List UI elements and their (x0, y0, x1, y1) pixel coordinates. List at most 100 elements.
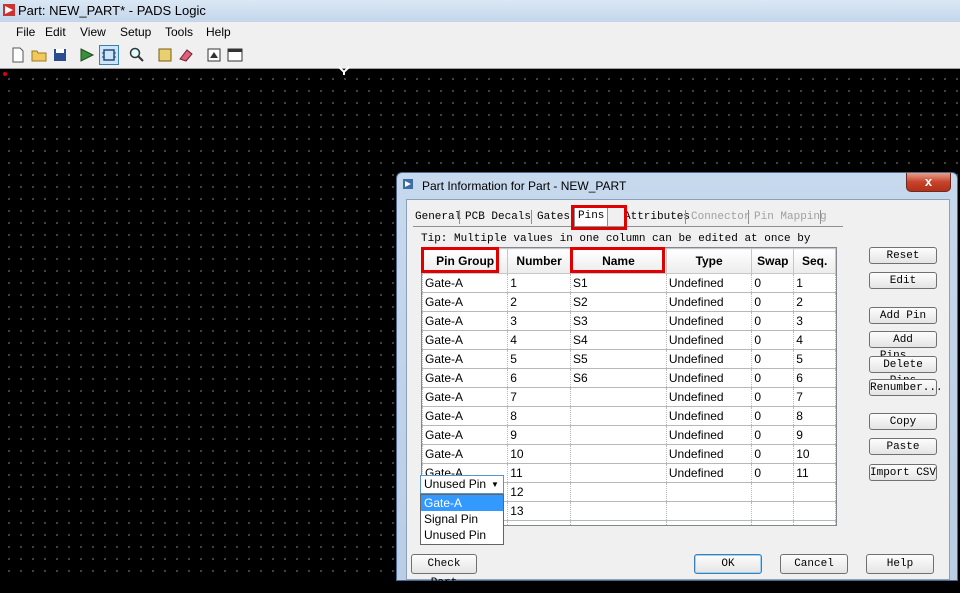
cell-pin-group[interactable]: Gate-A (422, 387, 509, 407)
cell-type[interactable]: Undefined (665, 425, 753, 445)
cell-type[interactable]: Undefined (665, 311, 753, 331)
add-pin-button[interactable]: Add Pin (869, 307, 937, 324)
cell-type[interactable]: Undefined (665, 463, 753, 483)
cell-swap[interactable] (751, 501, 795, 521)
menu-file[interactable]: File (16, 25, 35, 39)
open-folder-icon[interactable] (30, 46, 48, 64)
renumber-button[interactable]: Renumber... (869, 379, 943, 396)
cell-number[interactable]: 9 (507, 425, 571, 445)
cell-swap[interactable]: 0 (751, 368, 795, 388)
cell-seq[interactable]: 10 (793, 444, 836, 464)
part-editor-icon[interactable] (78, 46, 96, 64)
import-csv-button[interactable]: Import CSV (869, 464, 937, 481)
cell-seq[interactable]: 2 (793, 292, 836, 312)
cell-name[interactable] (569, 463, 667, 483)
table-row[interactable]: Gate-A 10 Undefined 0 10 (422, 444, 836, 464)
table-row[interactable]: Gate-A 4 S4 Undefined 0 4 (422, 330, 836, 350)
cell-pin-group[interactable]: Gate-A (422, 273, 509, 293)
cell-swap[interactable] (751, 520, 795, 525)
zoom-icon[interactable] (128, 46, 146, 64)
cell-swap[interactable]: 0 (751, 311, 795, 331)
window-icon[interactable] (226, 46, 244, 64)
new-file-icon[interactable] (9, 46, 27, 64)
cell-type[interactable]: Undefined (665, 330, 753, 350)
cell-pin-group[interactable]: Gate-A (422, 330, 509, 350)
cell-type[interactable]: Undefined (665, 273, 753, 293)
cell-seq[interactable] (793, 482, 836, 502)
cell-pin-group[interactable]: Gate-A (422, 311, 509, 331)
cell-number[interactable]: 10 (507, 444, 571, 464)
cell-swap[interactable]: 0 (751, 425, 795, 445)
cell-name[interactable] (569, 387, 667, 407)
menu-view[interactable]: View (80, 25, 106, 39)
cell-swap[interactable]: 0 (751, 387, 795, 407)
ok-button[interactable]: OK (694, 554, 762, 574)
cell-type[interactable] (665, 482, 753, 502)
erase-icon[interactable] (177, 46, 195, 64)
cell-name[interactable]: S6 (569, 368, 667, 388)
cell-swap[interactable]: 0 (751, 330, 795, 350)
menu-tools[interactable]: Tools (165, 25, 193, 39)
cell-number[interactable]: 5 (507, 349, 571, 369)
cell-seq[interactable]: 5 (793, 349, 836, 369)
add-pins-button[interactable]: Add Pins... (869, 331, 937, 362)
col-header-number[interactable]: Number (507, 248, 571, 274)
chevron-down-icon[interactable]: ▼ (488, 477, 502, 492)
cell-seq[interactable]: 11 (793, 463, 836, 483)
cell-number[interactable]: 8 (507, 406, 571, 426)
cell-name[interactable]: S4 (569, 330, 667, 350)
cell-name[interactable] (569, 482, 667, 502)
close-button[interactable]: x (906, 173, 951, 192)
menu-setup[interactable]: Setup (120, 25, 151, 39)
tab-pcb-decals[interactable]: PCB Decals (465, 208, 531, 226)
cell-number[interactable]: 3 (507, 311, 571, 331)
cell-number[interactable]: 7 (507, 387, 571, 407)
cell-pin-group[interactable]: Gate-A (422, 349, 509, 369)
cell-name[interactable]: S2 (569, 292, 667, 312)
save-icon[interactable] (51, 46, 69, 64)
cell-type[interactable]: Undefined (665, 368, 753, 388)
table-row[interactable]: Gate-A 7 Undefined 0 7 (422, 387, 836, 407)
table-row[interactable]: Gate-A 6 S6 Undefined 0 6 (422, 368, 836, 388)
cell-seq[interactable]: 4 (793, 330, 836, 350)
cell-pin-group[interactable]: Gate-A (422, 406, 509, 426)
table-row[interactable]: Gate-A 9 Undefined 0 9 (422, 425, 836, 445)
table-row[interactable]: Gate-A 5 S5 Undefined 0 5 (422, 349, 836, 369)
cell-name[interactable]: S1 (569, 273, 667, 293)
check-part-button[interactable]: Check Part (411, 554, 477, 589)
cell-number[interactable]: 12 (507, 482, 571, 502)
cell-seq[interactable]: 1 (793, 273, 836, 293)
cell-name[interactable] (569, 520, 667, 525)
gate-icon[interactable] (156, 46, 174, 64)
table-row[interactable]: Gate-A 8 Undefined 0 8 (422, 406, 836, 426)
cell-number[interactable]: 13 (507, 501, 571, 521)
cell-pin-group[interactable]: Gate-A (422, 292, 509, 312)
col-header-seq[interactable]: Seq. (793, 248, 836, 274)
cell-type[interactable]: Undefined (665, 349, 753, 369)
menu-edit[interactable]: Edit (45, 25, 66, 39)
col-header-swap[interactable]: Swap (751, 248, 795, 274)
cell-pin-group[interactable]: Gate-A (422, 444, 509, 464)
cell-pin-group[interactable]: Gate-A (422, 368, 509, 388)
table-row[interactable]: Gate-A 1 S1 Undefined 0 1 (422, 273, 836, 293)
cell-number[interactable]: 11 (507, 463, 571, 483)
tab-attributes[interactable]: Attributes (624, 208, 690, 226)
table-row[interactable]: Gate-A 2 S2 Undefined 0 2 (422, 292, 836, 312)
help-button[interactable]: Help (866, 554, 934, 574)
copy-button[interactable]: Copy (869, 413, 937, 430)
menu-help[interactable]: Help (206, 25, 231, 39)
cell-seq[interactable] (793, 520, 836, 525)
cell-swap[interactable]: 0 (751, 349, 795, 369)
cell-swap[interactable]: 0 (751, 273, 795, 293)
cell-number[interactable]: 6 (507, 368, 571, 388)
delete-pins-button[interactable]: Delete Pins (869, 356, 937, 387)
cell-type[interactable] (665, 501, 753, 521)
cell-seq[interactable]: 6 (793, 368, 836, 388)
cell-type[interactable]: Undefined (665, 406, 753, 426)
cell-seq[interactable]: 9 (793, 425, 836, 445)
cell-swap[interactable] (751, 482, 795, 502)
cell-type[interactable]: Undefined (665, 387, 753, 407)
pin-group-combobox[interactable]: Unused Pin ▼ (420, 475, 504, 494)
cell-number[interactable]: 14 (507, 520, 571, 525)
cell-name[interactable] (569, 444, 667, 464)
